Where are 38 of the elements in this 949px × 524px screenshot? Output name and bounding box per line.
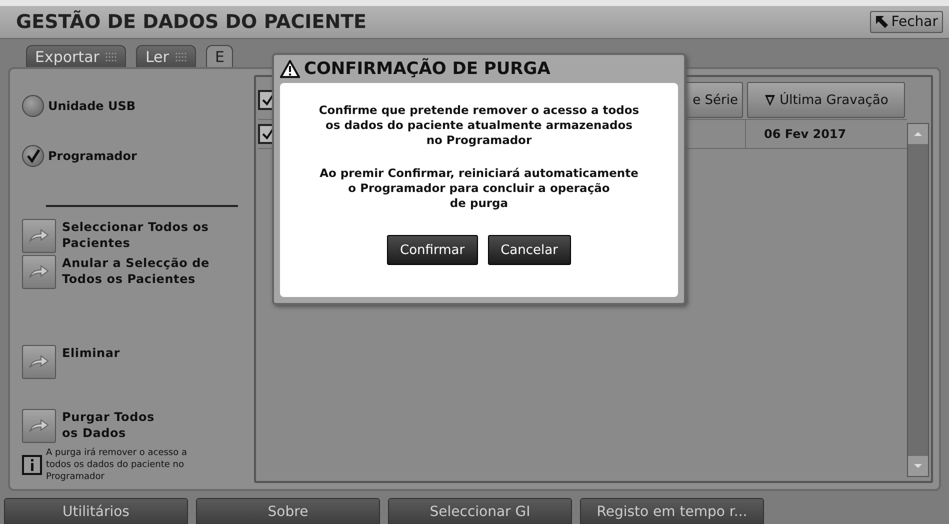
nav-button[interactable]: Seleccionar GI [388, 498, 572, 524]
arrow-icon [28, 355, 50, 369]
check-icon [262, 94, 274, 106]
nav-button[interactable]: Utilitários [4, 498, 188, 524]
nav-button[interactable]: Registo em tempo r... [580, 498, 764, 524]
action-label: Eliminar [62, 345, 120, 361]
action-label: Purgar Todos os Dados [62, 409, 154, 441]
grip-icon [174, 52, 187, 62]
info-icon [22, 455, 42, 475]
arrow-button[interactable] [22, 345, 56, 379]
arrow-button[interactable] [22, 409, 56, 443]
close-button[interactable]: Fechar [870, 11, 943, 33]
arrow-icon [28, 229, 50, 243]
arrow-button[interactable] [22, 255, 56, 289]
check-icon [262, 128, 274, 140]
tab[interactable]: Ler [136, 45, 196, 67]
action-label: Seleccionar Todos os Pacientes [62, 219, 209, 251]
grip-icon [105, 52, 118, 62]
dialog-message: Ao premir Confirmar, reiniciará automaticamente o Programador para concluir a operação de purga [320, 166, 638, 211]
dialog-button[interactable]: Confirmar [387, 235, 478, 265]
check-icon [26, 149, 40, 163]
warning-icon [280, 60, 300, 78]
tab[interactable]: Exportar [26, 45, 126, 67]
radio-option[interactable]: Programador [22, 131, 248, 181]
column-header[interactable]: Última Gravação [747, 82, 905, 118]
dialog-button[interactable]: Cancelar [488, 235, 571, 265]
info-note: A purga irá remover o acesso a todos os dados do paciente no Programador [46, 447, 188, 483]
arrow-icon [28, 419, 50, 433]
nav-button[interactable]: Sobre [196, 498, 380, 524]
window-title: GESTÃO DE DADOS DO PACIENTE [16, 11, 367, 33]
tab[interactable]: E [206, 45, 234, 67]
action-label: Anular a Selecção de Todos os Pacientes [62, 255, 210, 287]
radio-option[interactable]: Unidade USB [22, 81, 248, 131]
dialog-title: CONFIRMAÇÃO DE PURGA [304, 59, 550, 79]
sort-icon [764, 93, 776, 107]
arrow-button[interactable] [22, 219, 56, 253]
arrow-icon [28, 265, 50, 279]
arrow-icon [875, 15, 890, 29]
